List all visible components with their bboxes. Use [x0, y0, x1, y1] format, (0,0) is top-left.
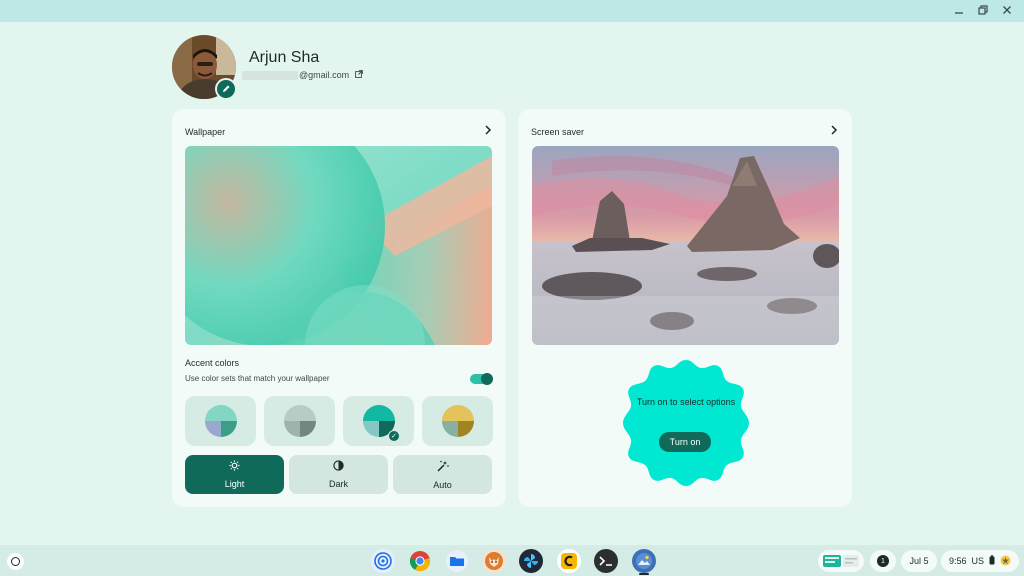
wallpaper-preview[interactable]	[185, 146, 492, 345]
open-in-new-icon	[355, 70, 364, 80]
screensaver-prompt: Turn on to select options	[636, 397, 736, 407]
profile-email[interactable]: @gmail.com	[242, 70, 364, 80]
close-icon[interactable]	[1000, 3, 1014, 17]
profile-name: Arjun Sha	[249, 49, 320, 66]
magic-wand-icon	[436, 460, 449, 475]
notification-tray[interactable]: 1	[870, 550, 896, 572]
dark-mode-button[interactable]: Dark	[289, 455, 388, 494]
launcher-icon	[11, 557, 20, 566]
screensaver-preview	[532, 146, 839, 345]
chevron-right-icon[interactable]	[830, 124, 838, 138]
battery-icon	[989, 555, 995, 567]
active-app-indicator	[639, 573, 649, 575]
email-suffix: @gmail.com	[299, 70, 350, 80]
color-set-circle	[441, 405, 474, 437]
color-bottom-right	[299, 421, 316, 437]
notification-count: 1	[877, 555, 889, 567]
pencil-icon	[223, 85, 230, 92]
color-bottom-left	[283, 421, 300, 437]
terminal-icon[interactable]	[594, 549, 618, 573]
color-top	[441, 405, 474, 421]
pinwheel-app-icon[interactable]	[519, 549, 543, 573]
color-set-circle	[283, 405, 316, 437]
toggle-knob	[481, 373, 493, 385]
podcast-icon[interactable]	[371, 549, 395, 573]
color-set-4[interactable]	[422, 396, 493, 446]
restore-icon[interactable]	[976, 3, 990, 17]
status-area[interactable]: 9:56 US	[941, 550, 1019, 572]
c-app-icon[interactable]	[557, 549, 581, 573]
files-icon[interactable]	[445, 549, 469, 573]
accent-colors-subtitle: Use color sets that match your wallpaper	[185, 374, 330, 383]
brightness-icon	[229, 460, 240, 474]
screenshot-thumbnails-icon	[823, 555, 859, 567]
locale-label: US	[971, 556, 985, 566]
screensaver-card: Screen saver Turn on to select options T…	[518, 109, 852, 507]
turn-on-button[interactable]: Turn on	[659, 432, 711, 452]
fox-app-icon[interactable]	[482, 549, 506, 573]
title-bar	[0, 0, 1024, 22]
auto-mode-button[interactable]: Auto	[393, 455, 492, 494]
launcher-button[interactable]	[7, 553, 24, 570]
color-top	[283, 405, 316, 421]
chevron-right-icon[interactable]	[484, 124, 492, 138]
color-top	[362, 405, 395, 421]
dark-mode-label: Dark	[328, 479, 348, 489]
auto-mode-label: Auto	[433, 479, 452, 490]
email-redacted	[242, 70, 298, 80]
time-label: 9:56	[948, 556, 967, 566]
wallpaper-app-icon[interactable]	[632, 549, 656, 573]
contrast-icon	[333, 460, 344, 474]
selected-check-icon: ✓	[388, 430, 400, 442]
light-mode-button[interactable]: Light	[185, 455, 284, 494]
holding-space-tray[interactable]	[818, 550, 864, 572]
color-set-2[interactable]	[264, 396, 335, 446]
color-bottom-left	[204, 421, 221, 437]
color-top	[204, 405, 237, 421]
edit-avatar-button[interactable]	[215, 78, 237, 100]
minimize-icon[interactable]	[952, 3, 966, 17]
window-controls	[952, 3, 1014, 17]
color-set-3[interactable]: ✓	[343, 396, 414, 446]
wallpaper-card: Wallpaper Accent colors Use color sets t…	[172, 109, 506, 507]
color-set-circle	[204, 405, 237, 437]
wallpaper-title[interactable]: Wallpaper	[185, 127, 225, 137]
color-bottom-left	[441, 421, 458, 437]
color-bottom-right	[220, 421, 237, 437]
color-set-1[interactable]	[185, 396, 256, 446]
shelf: 1 Jul 5 9:56 US	[0, 545, 1024, 576]
color-bottom-left	[362, 421, 379, 437]
screensaver-blob-shape	[623, 360, 749, 486]
user-status-icon	[1000, 554, 1011, 568]
color-bottom-right	[457, 421, 474, 437]
date-tray[interactable]: Jul 5	[901, 550, 937, 572]
light-mode-label: Light	[224, 479, 245, 489]
chrome-icon[interactable]	[408, 549, 432, 573]
screensaver-title[interactable]: Screen saver	[531, 127, 584, 137]
accent-colors-toggle[interactable]	[470, 373, 493, 385]
accent-colors-title: Accent colors	[185, 358, 240, 368]
date-label: Jul 5	[909, 556, 929, 566]
